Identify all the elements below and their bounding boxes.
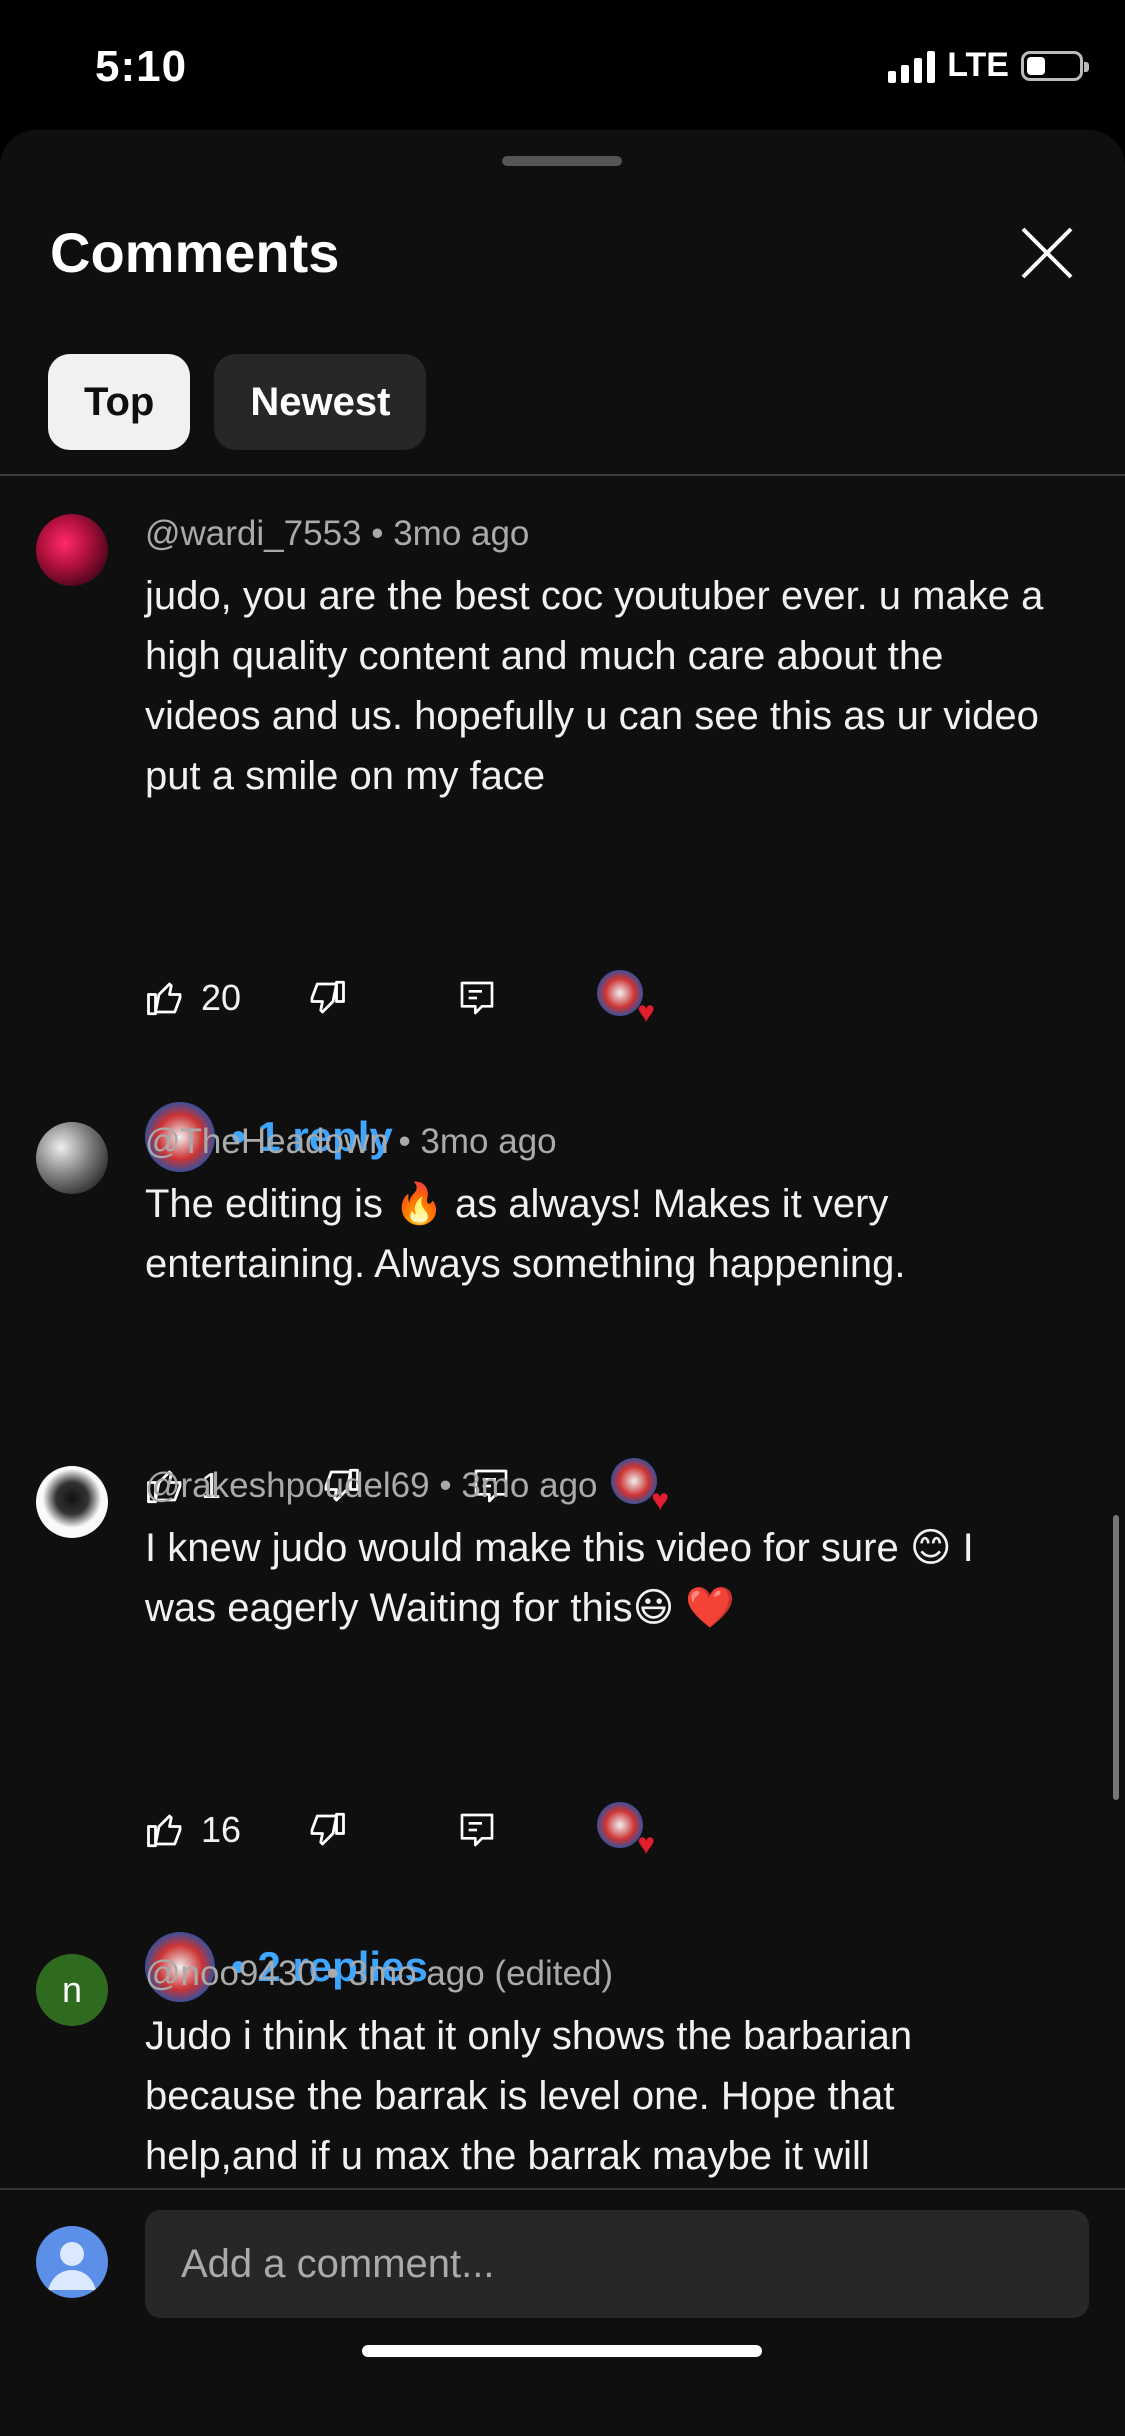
tab-newest[interactable]: Newest — [214, 354, 427, 450]
reply-icon — [460, 1813, 494, 1847]
avatar[interactable] — [36, 1122, 108, 1194]
creator-avatar — [597, 970, 644, 1016]
creator-heart-badge: ♥ — [597, 970, 656, 1029]
comment-text: Judo i think that it only shows the barb… — [145, 2014, 913, 2178]
comment-text: I knew judo would make this video for su… — [145, 1526, 974, 1630]
thumbs-up-icon — [147, 1814, 182, 1848]
reply-button[interactable] — [457, 977, 497, 1019]
like-button[interactable]: 16 — [145, 1809, 241, 1851]
creator-heart-badge: ♥ — [611, 1458, 670, 1517]
dislike-button[interactable] — [305, 977, 347, 1019]
heart-icon: ♥ — [637, 996, 656, 1029]
comment-meta: @rakeshpoudel69 • 3mo ago — [145, 1466, 598, 1505]
status-icons: LTE — [888, 46, 1089, 85]
comment-text: judo, you are the best coc youtuber ever… — [145, 574, 1044, 798]
thumbs-down-icon — [310, 1812, 345, 1846]
creator-avatar — [597, 1802, 644, 1848]
heart-icon: ♥ — [637, 1828, 656, 1861]
thumbs-up-icon — [147, 982, 182, 1016]
network-label: LTE — [947, 46, 1009, 84]
heart-icon: ♥ — [651, 1484, 670, 1517]
comment-meta: @wardi_7553 • 3mo ago — [145, 514, 530, 553]
creator-heart-badge: ♥ — [597, 1802, 656, 1861]
reply-button[interactable] — [457, 1809, 497, 1851]
user-icon — [48, 2242, 96, 2290]
status-time: 5:10 — [95, 42, 188, 91]
avatar[interactable] — [36, 514, 108, 586]
comment-actions: 20 ♥ — [145, 968, 656, 1029]
scrollbar[interactable] — [1113, 1515, 1119, 1800]
comment-meta: @TheHeadown • 3mo ago — [145, 1122, 557, 1161]
status-bar: 5:10 LTE — [0, 0, 1125, 130]
like-count: 16 — [201, 1809, 242, 1850]
close-button[interactable] — [1019, 225, 1075, 281]
battery-icon — [1021, 50, 1089, 81]
tab-top[interactable]: Top — [48, 354, 191, 450]
comment-text: The editing is 🔥 as always! Makes it ver… — [145, 1182, 906, 1286]
dislike-button[interactable] — [305, 1809, 347, 1851]
drag-handle[interactable] — [502, 156, 622, 166]
like-button[interactable]: 20 — [145, 977, 241, 1019]
sheet-title: Comments — [50, 221, 340, 284]
comment-list: @wardi_7553 • 3mo ago judo, you are the … — [0, 476, 1125, 2318]
thumbs-down-icon — [310, 980, 345, 1014]
user-avatar — [36, 2226, 108, 2298]
avatar[interactable] — [36, 1466, 108, 1538]
comment-composer: Add a comment... — [0, 2188, 1125, 2436]
comment-actions: 16 ♥ — [145, 1800, 656, 1861]
home-indicator — [362, 2345, 762, 2357]
comments-sheet: Comments Top Newest @wardi_7553 • 3mo ag… — [0, 130, 1125, 2436]
close-icon — [1021, 227, 1073, 279]
signal-icon — [888, 49, 936, 83]
avatar-letter: n — [61, 1969, 83, 2010]
like-count: 20 — [201, 977, 242, 1018]
creator-avatar — [611, 1458, 658, 1504]
sort-tabs: Top Newest — [48, 354, 427, 450]
avatar[interactable]: n — [36, 1954, 108, 2026]
reply-icon — [460, 981, 494, 1015]
comment-meta: @noo9430 • 3mo ago (edited) — [145, 1954, 614, 1993]
comment-input[interactable]: Add a comment... — [145, 2210, 1089, 2318]
